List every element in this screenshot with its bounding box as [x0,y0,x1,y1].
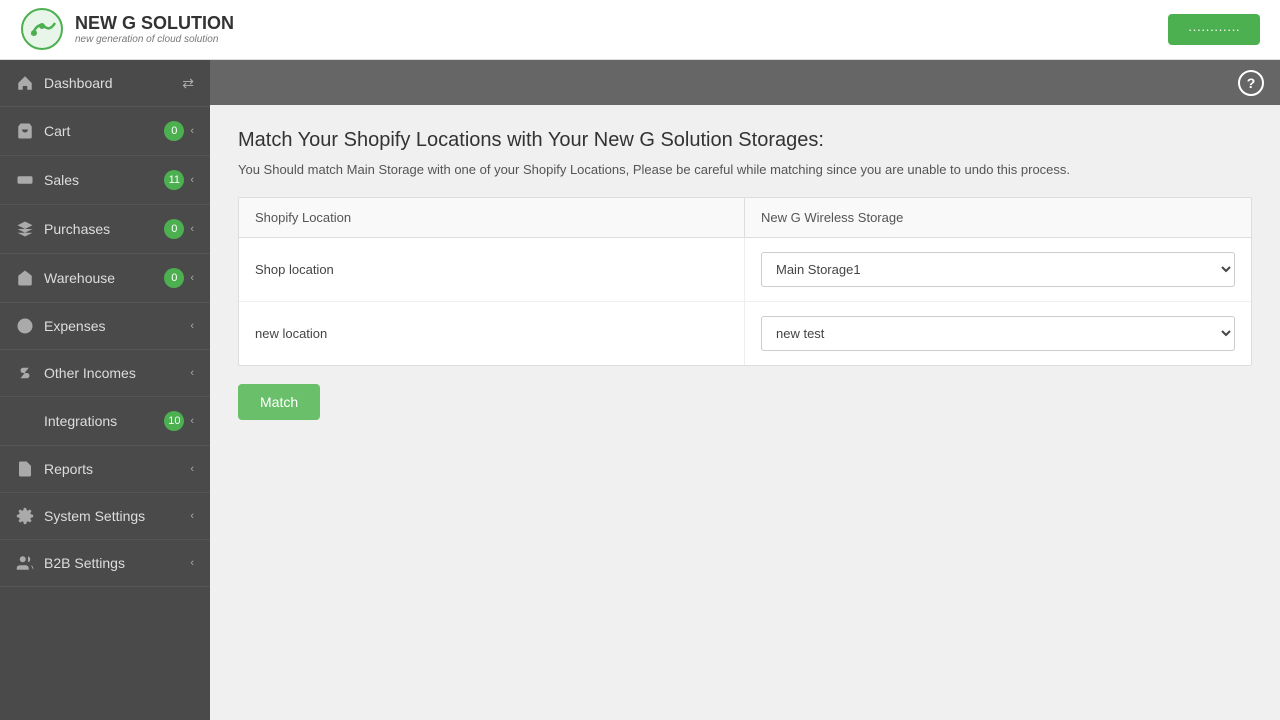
storage-cell-1: Main Storage1 new test [745,238,1251,301]
content-area: ? Match Your Shopify Locations with Your… [210,60,1280,720]
sidebar-item-reports[interactable]: Reports ‹ [0,446,210,493]
sidebar-item-system-settings[interactable]: System Settings ‹ [0,493,210,540]
user-button[interactable]: ············ [1168,14,1260,45]
page-description: You Should match Main Storage with one o… [238,162,1252,177]
chevron-icon: ‹ [190,125,194,137]
sidebar-item-left: Dashboard [16,74,113,92]
sidebar-item-label-warehouse: Warehouse [44,270,115,286]
reports-icon [16,460,34,478]
sidebar-item-dashboard[interactable]: Dashboard ⇄ [0,60,210,107]
purchases-icon [16,220,34,238]
logo-title: NEW G SOLUTION [75,13,234,35]
content-body: Match Your Shopify Locations with Your N… [210,105,1280,720]
sidebar-item-label-cart: Cart [44,123,70,139]
warehouse-badge: 0 [164,268,184,288]
cart-icon [16,122,34,140]
sales-badge: 11 [164,170,184,190]
sales-icon [16,171,34,189]
home-icon [16,74,34,92]
expenses-icon [16,317,34,335]
header-right: ············ [1168,14,1260,45]
integrations-icon [16,412,34,430]
sidebar-item-sales[interactable]: Sales 11 ‹ [0,156,210,205]
sidebar-item-b2b-settings[interactable]: B2B Settings ‹ [0,540,210,587]
table-row: Shop location Main Storage1 new test [239,238,1251,302]
sidebar-item-purchases[interactable]: Purchases 0 ‹ [0,205,210,254]
chevron-icon: ‹ [190,415,194,427]
sub-header: ? [210,60,1280,105]
sidebar-item-label-b2b-settings: B2B Settings [44,555,125,571]
logo-icon [20,7,65,52]
storage-select-1[interactable]: Main Storage1 new test [761,252,1235,287]
chevron-icon: ‹ [190,223,194,235]
chevron-icon: ‹ [190,320,194,332]
col1-header: Shopify Location [239,198,745,237]
sidebar-item-label-dashboard: Dashboard [44,75,113,91]
transfer-icon: ⇄ [182,75,194,92]
match-table-header: Shopify Location New G Wireless Storage [239,198,1251,238]
sidebar-item-warehouse[interactable]: Warehouse 0 ‹ [0,254,210,303]
match-table: Shopify Location New G Wireless Storage … [238,197,1252,366]
sidebar-item-label-purchases: Purchases [44,221,110,237]
main-layout: Dashboard ⇄ Cart 0 ‹ Sales 11 [0,60,1280,720]
sidebar-item-label-integrations: Integrations [44,413,117,429]
chevron-icon: ‹ [190,557,194,569]
sidebar-item-label-system-settings: System Settings [44,508,145,524]
sidebar-item-integrations[interactable]: Integrations 10 ‹ [0,397,210,446]
chevron-icon: ‹ [190,510,194,522]
sidebar-item-other-incomes[interactable]: Other Incomes ‹ [0,350,210,397]
location-label-2: new location [255,326,327,341]
logo-subtitle: new generation of cloud solution [75,34,234,46]
page-title: Match Your Shopify Locations with Your N… [238,129,1252,152]
warehouse-icon [16,269,34,287]
top-header: NEW G SOLUTION new generation of cloud s… [0,0,1280,60]
storage-cell-2: Main Storage1 new test [745,302,1251,365]
chevron-icon: ‹ [190,272,194,284]
sidebar-item-label-other-incomes: Other Incomes [44,365,136,381]
chevron-icon: ‹ [190,174,194,186]
cart-badge: 0 [164,121,184,141]
sidebar: Dashboard ⇄ Cart 0 ‹ Sales 11 [0,60,210,720]
sidebar-item-label-expenses: Expenses [44,318,105,334]
match-button[interactable]: Match [238,384,320,420]
table-row: new location Main Storage1 new test [239,302,1251,365]
help-icon[interactable]: ? [1238,70,1264,96]
sidebar-item-cart[interactable]: Cart 0 ‹ [0,107,210,156]
location-cell-2: new location [239,302,745,365]
chevron-icon: ‹ [190,463,194,475]
logo-area: NEW G SOLUTION new generation of cloud s… [20,7,234,52]
location-cell-1: Shop location [239,238,745,301]
col2-header: New G Wireless Storage [745,198,1251,237]
settings-icon [16,507,34,525]
chevron-icon: ‹ [190,367,194,379]
location-label-1: Shop location [255,262,334,277]
sidebar-item-label-reports: Reports [44,461,93,477]
storage-select-2[interactable]: Main Storage1 new test [761,316,1235,351]
logo-text: NEW G SOLUTION new generation of cloud s… [75,13,234,47]
sidebar-item-expenses[interactable]: Expenses ‹ [0,303,210,350]
sidebar-item-label-sales: Sales [44,172,79,188]
purchases-badge: 0 [164,219,184,239]
other-incomes-icon [16,364,34,382]
b2b-icon [16,554,34,572]
integrations-badge: 10 [164,411,184,431]
